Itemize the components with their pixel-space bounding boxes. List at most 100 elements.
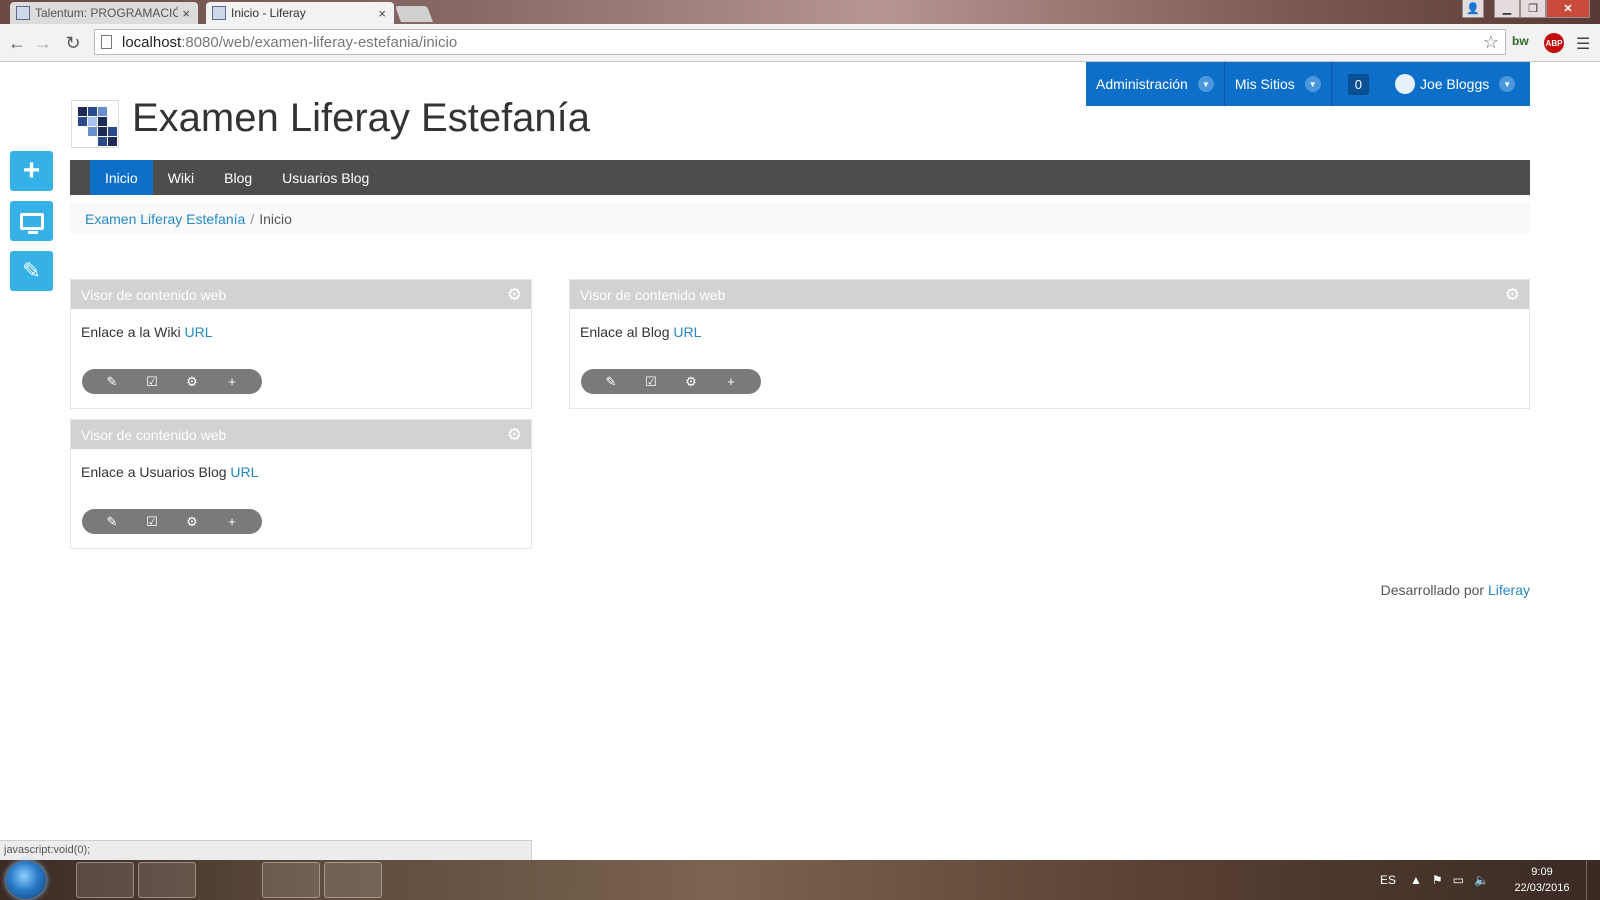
chevron-down-icon: ▼ bbox=[1499, 76, 1516, 92]
site-logo[interactable] bbox=[71, 100, 119, 148]
user-profile-icon[interactable]: 👤 bbox=[1462, 0, 1484, 18]
edit-controls-icon[interactable]: ✎ bbox=[10, 251, 53, 291]
portlet-title: Visor de contenido web bbox=[580, 286, 726, 303]
tab-inicio-liferay[interactable]: Inicio - Liferay × bbox=[206, 2, 394, 24]
portlet-url-link[interactable]: URL bbox=[673, 324, 701, 340]
gear-icon[interactable]: ⚙ bbox=[1505, 285, 1520, 305]
portlet-usuarios-blog-link: Visor de contenido web ⚙ Enlace a Usuari… bbox=[70, 419, 532, 549]
language-indicator[interactable]: ES bbox=[1380, 860, 1396, 900]
notifications-count[interactable]: 0 bbox=[1347, 73, 1369, 95]
add-icon[interactable]: + bbox=[10, 151, 53, 191]
edit-square-icon[interactable]: ☑ bbox=[142, 374, 162, 390]
administration-label: Administración bbox=[1096, 76, 1188, 92]
windows-taskbar: ES ▲ ⚑ ▭ 🔈 9:09 22/03/2016 bbox=[0, 860, 1600, 900]
close-tab-icon[interactable]: × bbox=[182, 6, 190, 21]
adblock-extension-icon[interactable]: ABP bbox=[1544, 33, 1564, 53]
add-icon[interactable]: + bbox=[222, 374, 242, 389]
main-navigation: Inicio Wiki Blog Usuarios Blog bbox=[70, 160, 1530, 195]
portlet-text: Enlace al Blog bbox=[580, 324, 670, 340]
gear-icon[interactable]: ⚙ bbox=[182, 374, 202, 390]
chevron-down-icon: ▼ bbox=[1304, 76, 1321, 92]
pencil-icon[interactable]: ✎ bbox=[102, 374, 122, 390]
reload-icon[interactable]: ↻ bbox=[62, 32, 84, 54]
portlet-text: Enlace a la Wiki bbox=[81, 324, 181, 340]
avatar bbox=[1394, 74, 1415, 94]
nav-item-usuarios-blog[interactable]: Usuarios Blog bbox=[267, 160, 384, 195]
portlet-url-link[interactable]: URL bbox=[230, 464, 258, 480]
file-explorer-icon[interactable] bbox=[76, 862, 134, 898]
portlet-url-link[interactable]: URL bbox=[184, 324, 212, 340]
browser-tab-bar: Talentum: PROGRAMACIÓ × Inicio - Liferay… bbox=[0, 0, 1600, 24]
page-footer: Desarrollado por Liferay bbox=[1381, 582, 1530, 598]
network-icon[interactable]: ▭ bbox=[1453, 873, 1464, 887]
portlet-text: Enlace a Usuarios Blog bbox=[81, 464, 227, 480]
nav-item-wiki[interactable]: Wiki bbox=[153, 160, 209, 195]
gear-icon[interactable]: ⚙ bbox=[182, 514, 202, 530]
liferay-favicon-icon bbox=[212, 6, 226, 20]
my-sites-label: Mis Sitios bbox=[1234, 76, 1295, 92]
administration-menu[interactable]: Administración ▼ bbox=[1086, 62, 1225, 106]
flag-icon[interactable]: ⚑ bbox=[1432, 873, 1443, 887]
breadcrumb: Examen Liferay Estefanía / Inicio bbox=[70, 203, 1530, 234]
windows-start-icon[interactable] bbox=[6, 861, 46, 899]
notepad-icon[interactable] bbox=[200, 862, 258, 898]
new-tab-button[interactable] bbox=[395, 6, 433, 22]
gear-icon[interactable]: ⚙ bbox=[681, 374, 701, 390]
tab-talentum[interactable]: Talentum: PROGRAMACIÓ × bbox=[10, 2, 198, 24]
footer-text: Desarrollado por bbox=[1380, 582, 1485, 598]
tab-label: Inicio - Liferay bbox=[231, 6, 306, 20]
liferay-dockbar: Administración ▼ Mis Sitios ▼ 0 Joe Blog… bbox=[1086, 62, 1530, 106]
tab-label: Talentum: PROGRAMACIÓ bbox=[35, 6, 179, 20]
add-icon[interactable]: + bbox=[222, 514, 242, 529]
paint-icon[interactable] bbox=[324, 862, 382, 898]
url-host: localhost bbox=[122, 33, 182, 51]
portlet-header: Visor de contenido web ⚙ bbox=[71, 280, 531, 309]
edit-square-icon[interactable]: ☑ bbox=[641, 374, 661, 390]
add-icon[interactable]: + bbox=[721, 374, 741, 389]
portlet-toolbar: ✎ ☑ ⚙ + bbox=[82, 369, 262, 394]
nav-item-inicio[interactable]: Inicio bbox=[90, 160, 153, 195]
portlet-body: Enlace al Blog URL bbox=[570, 309, 1529, 340]
chevron-up-icon[interactable]: ▲ bbox=[1410, 873, 1422, 887]
page-title: Examen Liferay Estefanía bbox=[132, 96, 591, 140]
minimize-button[interactable]: ▁ bbox=[1494, 0, 1520, 18]
star-icon[interactable]: ☆ bbox=[1483, 32, 1499, 53]
chevron-down-icon: ▼ bbox=[1197, 76, 1214, 92]
nav-item-blog[interactable]: Blog bbox=[209, 160, 267, 195]
system-clock[interactable]: 9:09 22/03/2016 bbox=[1510, 864, 1574, 896]
forward-arrow-icon[interactable]: → bbox=[32, 32, 54, 54]
back-arrow-icon[interactable]: ← bbox=[6, 32, 28, 54]
maximize-button[interactable]: ❐ bbox=[1520, 0, 1546, 18]
portlet-body: Enlace a la Wiki URL bbox=[71, 309, 531, 340]
close-tab-icon[interactable]: × bbox=[378, 6, 386, 21]
preview-monitor-icon[interactable] bbox=[10, 201, 53, 241]
address-bar[interactable]: localhost:8080/web/examen-liferay-estefa… bbox=[94, 29, 1506, 55]
user-name: Joe Bloggs bbox=[1419, 76, 1490, 92]
my-sites-menu[interactable]: Mis Sitios ▼ bbox=[1225, 62, 1332, 106]
browser-status-bar: javascript:void(0); bbox=[0, 840, 532, 860]
clock-date: 22/03/2016 bbox=[1514, 882, 1570, 894]
gear-icon[interactable]: ⚙ bbox=[507, 285, 522, 305]
close-window-button[interactable]: ✕ bbox=[1546, 0, 1590, 18]
portlet-header: Visor de contenido web ⚙ bbox=[570, 280, 1529, 309]
gear-icon[interactable]: ⚙ bbox=[507, 425, 522, 445]
pencil-icon[interactable]: ✎ bbox=[601, 374, 621, 390]
system-tray: ▲ ⚑ ▭ 🔈 bbox=[1410, 860, 1489, 900]
volume-muted-icon[interactable]: 🔈 bbox=[1474, 873, 1489, 887]
pencil-icon[interactable]: ✎ bbox=[102, 514, 122, 530]
footer-liferay-link[interactable]: Liferay bbox=[1488, 582, 1530, 598]
chrome-icon[interactable] bbox=[138, 862, 196, 898]
java-ee-icon[interactable] bbox=[262, 862, 320, 898]
breadcrumb-divider: / bbox=[250, 210, 255, 227]
portlet-toolbar: ✎ ☑ ⚙ + bbox=[581, 369, 761, 394]
portlet-title: Visor de contenido web bbox=[81, 286, 227, 303]
portlet-toolbar: ✎ ☑ ⚙ + bbox=[82, 509, 262, 534]
show-desktop-button[interactable] bbox=[1586, 860, 1600, 900]
breadcrumb-site-link[interactable]: Examen Liferay Estefanía bbox=[85, 211, 245, 227]
menu-icon[interactable]: ☰ bbox=[1576, 34, 1590, 54]
user-menu[interactable]: Joe Bloggs ▼ bbox=[1385, 62, 1525, 106]
url-path: :8080/web/examen-liferay-estefania/inici… bbox=[181, 33, 458, 51]
portlet-header: Visor de contenido web ⚙ bbox=[71, 420, 531, 449]
edit-square-icon[interactable]: ☑ bbox=[142, 514, 162, 530]
bw-extension-icon[interactable]: bw bbox=[1512, 34, 1529, 48]
